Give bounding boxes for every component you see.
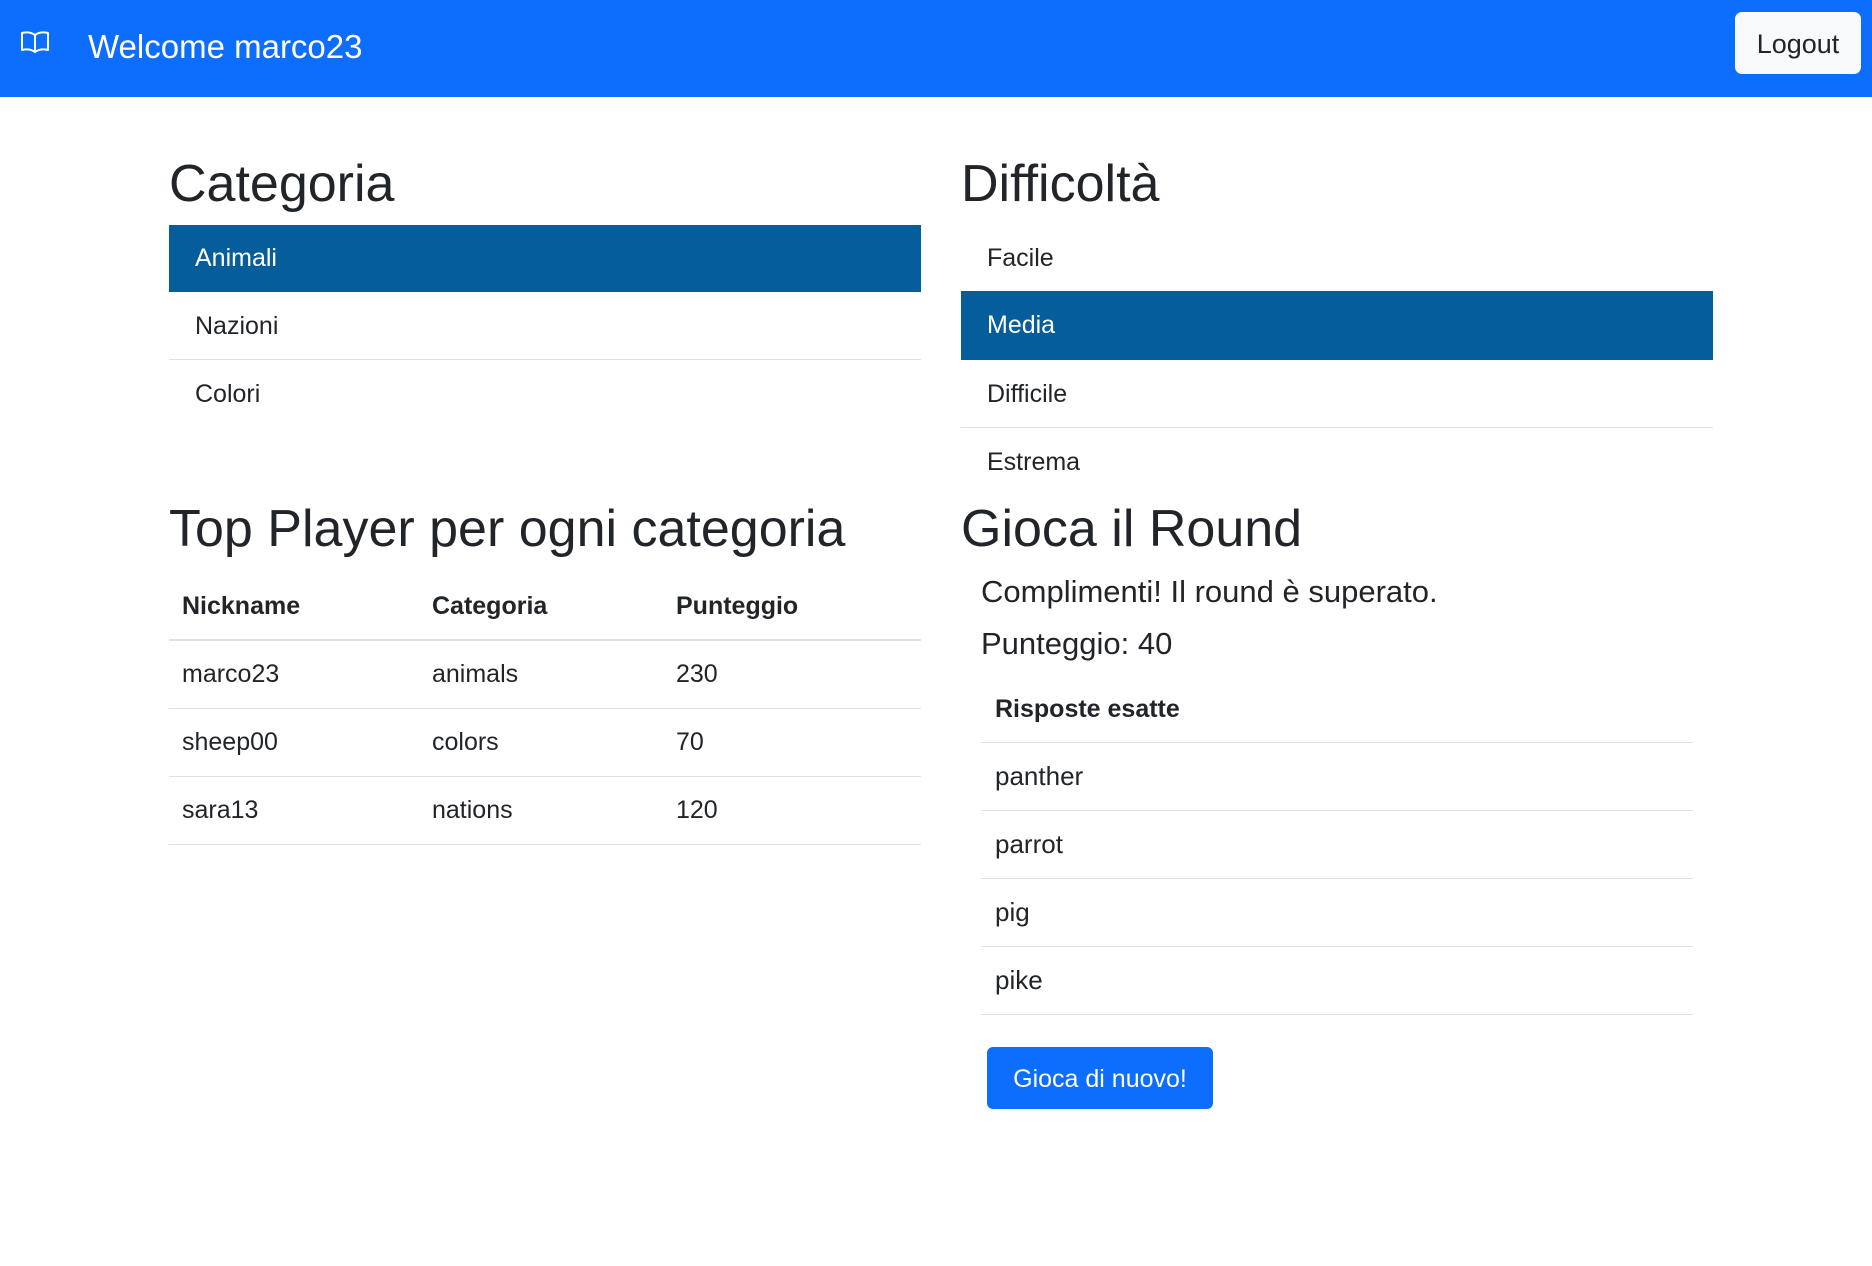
category-item-label: Colori (195, 380, 261, 408)
categoria-title: Categoria (169, 155, 395, 213)
category-item-label: Nazioni (195, 312, 279, 340)
difficulty-item-facile[interactable]: Facile (961, 225, 1713, 292)
round-message: Complimenti! Il round è superato. (981, 574, 1438, 609)
table-row: marco23 animals 230 (169, 640, 921, 709)
cell-punteggio: 230 (663, 640, 921, 709)
top-players-title: Top Player per ogni categoria (169, 500, 846, 558)
category-item-animali[interactable]: Animali (169, 225, 921, 292)
answers-table: Risposte esatte panther parrot pig pike (981, 676, 1693, 1015)
cell-nickname: marco23 (169, 640, 419, 709)
answer-cell: panther (981, 742, 1693, 811)
table-row: pike (981, 946, 1693, 1015)
round-score: Punteggio: 40 (981, 626, 1173, 661)
table-header-row: Risposte esatte (981, 676, 1693, 743)
book-icon[interactable] (20, 30, 50, 54)
category-item-colori[interactable]: Colori (169, 361, 921, 428)
answer-cell: pike (981, 946, 1693, 1015)
cell-punteggio: 70 (663, 708, 921, 777)
difficulty-item-label: Estrema (987, 448, 1081, 476)
difficolta-title: Difficoltà (961, 155, 1160, 213)
top-players-table: Nickname Categoria Punteggio marco23 ani… (169, 573, 921, 845)
play-again-button[interactable]: Gioca di nuovo! (987, 1047, 1213, 1109)
column-header-categoria: Categoria (419, 573, 663, 641)
cell-nickname: sheep00 (169, 708, 419, 777)
round-title: Gioca il Round (961, 500, 1303, 558)
table-row: pig (981, 878, 1693, 947)
difficulty-item-media[interactable]: Media (961, 291, 1713, 360)
difficolta-section: Difficoltà Facile Media Difficile Estrem… (961, 0, 1713, 500)
table-header-row: Nickname Categoria Punteggio (169, 573, 921, 641)
cell-categoria: nations (419, 776, 663, 845)
answer-cell: pig (981, 878, 1693, 947)
cell-punteggio: 120 (663, 776, 921, 845)
answer-cell: parrot (981, 810, 1693, 879)
difficulty-item-label: Media (987, 311, 1056, 339)
cell-nickname: sara13 (169, 776, 419, 845)
difficulty-item-label: Difficile (987, 380, 1068, 408)
categoria-section: Categoria Animali Nazioni Colori Top Pla… (169, 0, 921, 1266)
table-row: sheep00 colors 70 (169, 708, 921, 777)
table-row: panther (981, 742, 1693, 811)
column-header-punteggio: Punteggio (663, 573, 921, 641)
category-item-label: Animali (195, 244, 277, 272)
difficulty-item-difficile[interactable]: Difficile (961, 361, 1713, 428)
table-row: parrot (981, 810, 1693, 879)
column-header-risposte: Risposte esatte (981, 676, 1693, 743)
logout-button[interactable]: Logout (1735, 12, 1861, 74)
category-item-nazioni[interactable]: Nazioni (169, 293, 921, 360)
cell-categoria: animals (419, 640, 663, 709)
column-header-nickname: Nickname (169, 573, 419, 641)
difficulty-item-label: Facile (987, 244, 1054, 272)
cell-categoria: colors (419, 708, 663, 777)
difficulty-item-estrema[interactable]: Estrema (961, 429, 1713, 496)
table-row: sara13 nations 120 (169, 776, 921, 845)
